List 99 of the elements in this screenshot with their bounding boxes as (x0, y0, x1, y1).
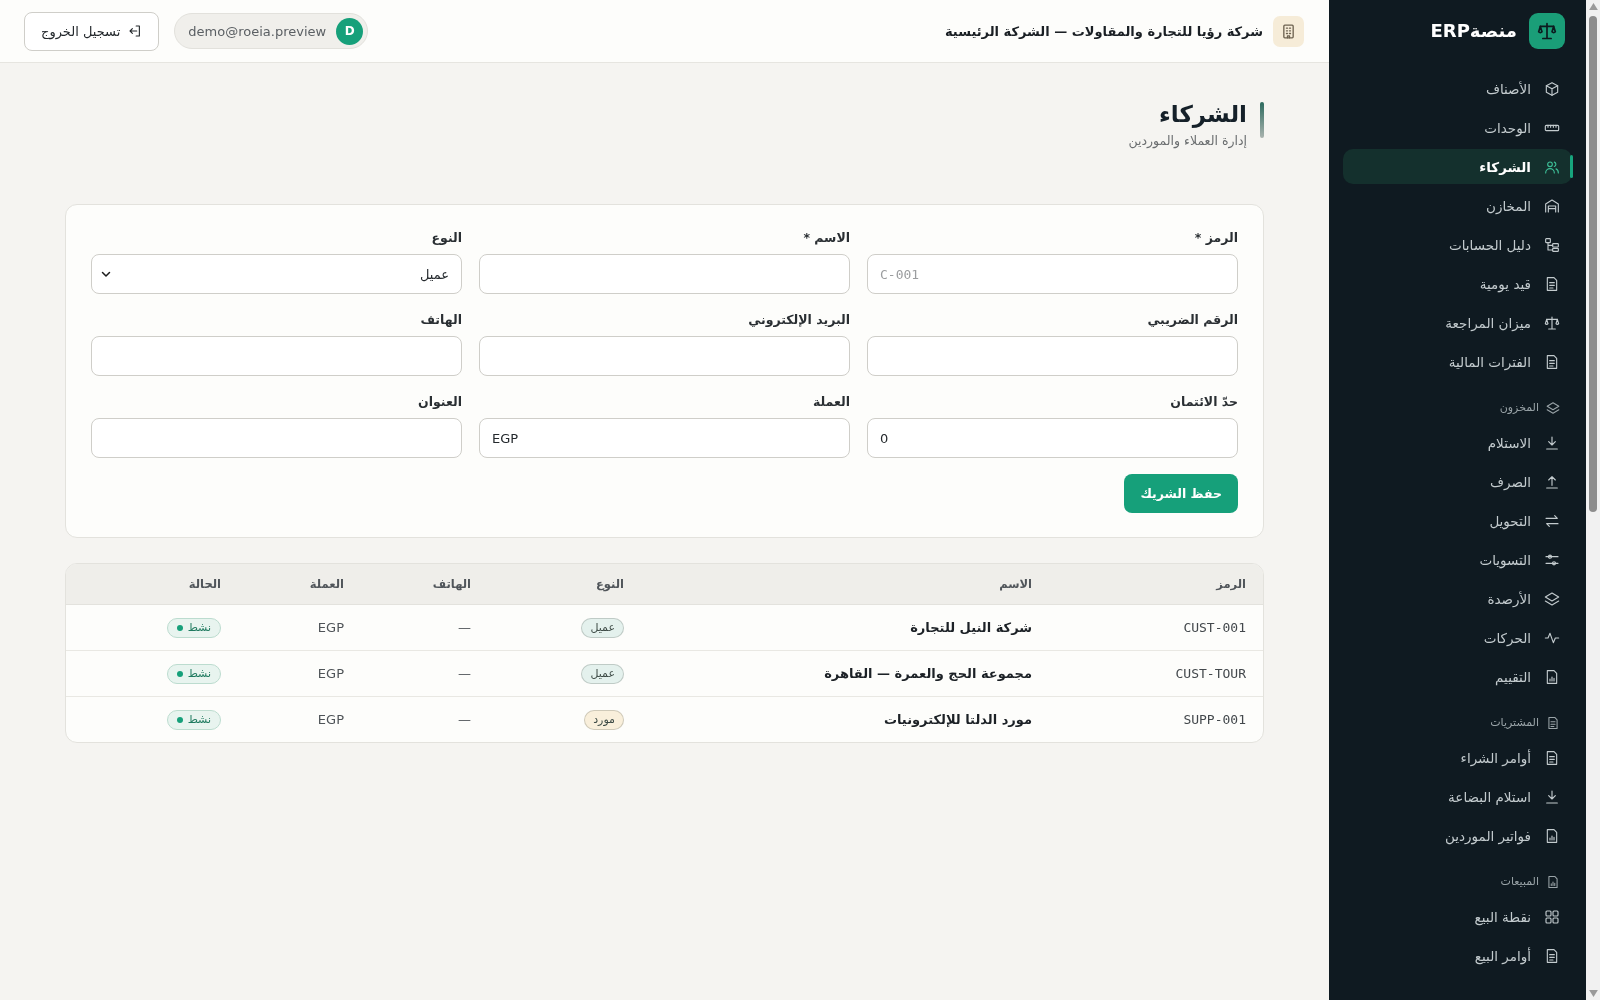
sidebar-item[interactable]: التقييم (1343, 659, 1572, 694)
sidebar-item[interactable]: التحويل (1343, 503, 1572, 538)
text-field[interactable]: C-001 (867, 254, 1238, 294)
field-label: النوع (430, 229, 462, 246)
text-field[interactable] (91, 418, 462, 458)
accent-bar (1260, 102, 1264, 138)
text-field[interactable] (867, 336, 1238, 376)
partner-type: عميل (581, 663, 624, 684)
partner-type: مورد (584, 709, 624, 730)
partner-code: CUST-TOUR (1175, 666, 1246, 681)
field-label: الهاتف (419, 311, 462, 328)
partner-name: مجموعة الحج والعمرة — القاهرة (824, 666, 1032, 681)
page-subtitle: إدارة العملاء والموردين (1128, 132, 1247, 150)
document-icon (1544, 947, 1560, 964)
upload-icon (1544, 473, 1560, 490)
sidebar-item[interactable]: أوامر البيع (1343, 938, 1572, 973)
text-field[interactable] (479, 336, 850, 376)
currency-code: EGP (317, 712, 344, 727)
download-icon (1544, 434, 1560, 451)
document-icon (1544, 275, 1560, 292)
column-header: النوع (595, 577, 624, 591)
status-label: نشط (187, 665, 211, 682)
currency-code: EGP (317, 666, 344, 681)
field-label: البريد الإلكتروني (747, 311, 850, 328)
sidebar-item[interactable]: فواتير الموردين (1343, 818, 1572, 853)
sidebar-item[interactable]: ميزان المراجعة (1343, 305, 1572, 340)
document-icon (1544, 353, 1560, 370)
building-icon (1273, 15, 1304, 47)
cube-icon (1544, 80, 1560, 97)
field-label: الاسم * (802, 229, 850, 246)
sidebar-item[interactable]: استلام البضاعة (1343, 779, 1572, 814)
chart-document-icon (1544, 827, 1560, 844)
text-field[interactable]: 0 (867, 418, 1238, 458)
partner-type: عميل (581, 617, 624, 638)
page-title: الشركاء (1158, 100, 1247, 129)
sidebar-item[interactable]: قيد يومية (1343, 266, 1572, 301)
field-label: العملة (811, 393, 850, 410)
scale-logo-icon (1529, 13, 1565, 49)
chart-document-icon (1546, 875, 1560, 889)
column-header: العملة (309, 577, 344, 591)
text-field[interactable]: EGP (479, 418, 850, 458)
grid-icon (1544, 908, 1560, 925)
sidebar-item[interactable]: المخازن (1343, 188, 1572, 223)
document-icon (1544, 749, 1560, 766)
sidebar-item[interactable]: الأصناف (1343, 71, 1572, 106)
scrollbar[interactable] (1586, 0, 1600, 1000)
column-header: الرمز (1216, 577, 1246, 591)
section-heading: المبيعات (1500, 874, 1539, 890)
sidebar-item[interactable]: الحركات (1343, 620, 1572, 655)
scale-icon (1544, 314, 1560, 331)
currency-code: EGP (317, 620, 344, 635)
logout-icon (128, 24, 143, 38)
scrollbar-thumb[interactable] (1589, 16, 1597, 512)
download-icon (1544, 788, 1560, 805)
column-header: الحالة (188, 577, 221, 591)
partner-name: مورد الدلتا للإلكترونيات (883, 712, 1032, 727)
sidebar-item[interactable]: الاستلام (1343, 425, 1572, 460)
people-icon (1544, 158, 1560, 175)
field-label: الرقم الضريبي (1146, 311, 1238, 328)
status-label: نشط (187, 619, 211, 636)
hierarchy-icon (1544, 236, 1560, 253)
warehouse-icon (1544, 197, 1560, 214)
sidebar-item[interactable]: أوامر الشراء (1343, 740, 1572, 775)
layers-icon (1544, 590, 1560, 607)
sidebar-item[interactable]: الشركاء (1343, 149, 1572, 184)
partner-code: CUST-001 (1183, 620, 1246, 635)
chart-document-icon (1544, 668, 1560, 685)
phone-value: — (458, 712, 471, 727)
partner-name: شركة النيل للتجارة (910, 620, 1032, 635)
field-label: حدّ الائتمان (1169, 393, 1238, 410)
status-label: نشط (187, 711, 211, 728)
company-name: شركة رؤيا للتجارة والمقاولات — الشركة الرئيسية (944, 23, 1263, 39)
sidebar-item[interactable]: الأرصدة (1343, 581, 1572, 616)
scroll-up-icon[interactable] (1588, 3, 1598, 10)
sidebar-item[interactable]: التسويات (1343, 542, 1572, 577)
section-heading: المشتريات (1490, 715, 1539, 731)
section-heading: المخزون (1499, 400, 1539, 416)
sidebar-item[interactable]: دليل الحسابات (1343, 227, 1572, 262)
field-label: العنوان (417, 393, 462, 410)
document-icon (1546, 716, 1560, 730)
user-email: demo@roeia.preview (188, 23, 327, 39)
logout-button[interactable]: تسجيل الخروج (24, 11, 160, 51)
sidebar-item[interactable]: الفترات المالية (1343, 344, 1572, 379)
layers-icon (1546, 401, 1560, 415)
phone-value: — (458, 666, 471, 681)
column-header: الاسم (999, 577, 1032, 591)
sidebar-item[interactable]: الوحدات (1343, 110, 1572, 145)
column-header: الهاتف (432, 577, 471, 591)
sidebar-item[interactable]: الصرف (1343, 464, 1572, 499)
select-field[interactable]: عميل (91, 254, 462, 294)
field-label: الرمز * (1193, 229, 1238, 246)
scroll-down-icon[interactable] (1588, 990, 1598, 997)
swap-arrows-icon (1544, 512, 1560, 529)
sidebar-item[interactable]: نقطة البيع (1343, 899, 1572, 934)
text-field[interactable] (479, 254, 850, 294)
partner-code: SUPP-001 (1183, 712, 1246, 727)
text-field[interactable] (91, 336, 462, 376)
phone-value: — (458, 620, 471, 635)
brand-name: منصةERP (1430, 19, 1517, 43)
